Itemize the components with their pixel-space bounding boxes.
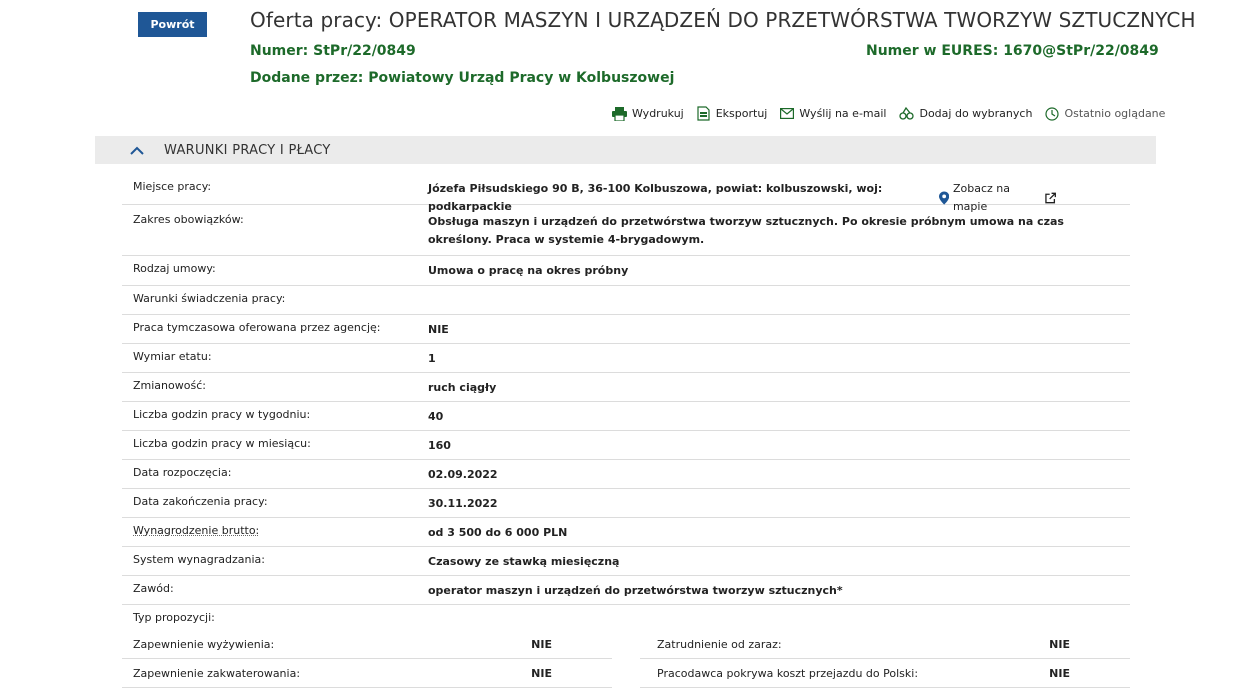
row-key: Warunki świadczenia pracy: [133, 292, 286, 305]
row-key: Zapewnienie zakwaterowania: [133, 666, 301, 680]
clock-icon [1045, 106, 1060, 121]
eures-number: Numer w EURES: 1670@StPr/22/0849 [866, 43, 1159, 59]
export-icon [697, 106, 710, 121]
row-key: Rodzaj umowy: [133, 262, 216, 275]
export-label: Eksportuj [715, 107, 768, 120]
table-row: Praca tymczasowa oferowana przez agencję… [122, 315, 1130, 344]
row-value: 02.09.2022 [428, 468, 498, 481]
row-value: NIE [428, 323, 449, 336]
row-key: Wynagrodzenie brutto: [133, 524, 260, 537]
row-value: 1 [428, 352, 436, 365]
row-value: ruch ciągły [428, 381, 497, 394]
row-value: operator maszyn i urządzeń do przetwórst… [428, 584, 843, 597]
row-key: Data rozpoczęcia: [133, 466, 232, 479]
table-row: Zatrudnienie od zaraz: NIE [640, 630, 1130, 659]
eures-number-value: 1670@StPr/22/0849 [1003, 43, 1159, 59]
table-row: Zapewnienie wyżywienia: NIE [122, 630, 612, 659]
offer-number-label: Numer: [250, 43, 309, 59]
table-row: Zmianowość: ruch ciągły [122, 373, 1130, 402]
table-row: Data zakończenia pracy: 30.11.2022 [122, 489, 1130, 518]
row-key: Data zakończenia pracy: [133, 495, 268, 508]
proposal-left-column: Zapewnienie wyżywienia: NIE Zapewnienie … [122, 630, 612, 688]
location-value: Józefa Piłsudskiego 90 B, 36-100 Kolbusz… [428, 182, 883, 213]
row-key: Zakres obowiązków: [133, 213, 244, 226]
details-table: Miejsce pracy: Józefa Piłsudskiego 90 B,… [122, 172, 1130, 633]
row-value: Obsługa maszyn i urządzeń do przetwórstw… [428, 215, 1064, 246]
row-value: NIE [531, 637, 552, 651]
table-row: Miejsce pracy: Józefa Piłsudskiego 90 B,… [122, 172, 1130, 213]
added-by-label: Dodane przez: [250, 70, 364, 86]
table-row: Liczba godzin pracy w tygodniu: 40 [122, 402, 1130, 431]
table-row: Liczba godzin pracy w miesiącu: 160 [122, 431, 1130, 460]
external-link-icon [1045, 192, 1056, 204]
map-link-label: Zobacz na mapie [952, 182, 1010, 213]
row-value: NIE [1049, 666, 1070, 680]
section-title: WARUNKI PRACY I PŁACY [164, 142, 331, 158]
row-key: Liczba godzin pracy w miesiącu: [133, 437, 311, 450]
email-label: Wyślij na e-mail [799, 107, 887, 120]
row-value: od 3 500 do 6 000 PLN [428, 526, 568, 539]
proposal-right-column: Zatrudnienie od zaraz: NIE Pracodawca po… [640, 630, 1130, 688]
row-value: 40 [428, 410, 444, 423]
table-row: Rodzaj umowy: Umowa o pracę na okres pró… [122, 256, 1130, 286]
table-row: Zapewnienie zakwaterowania: NIE [122, 659, 612, 688]
added-by-value: Powiatowy Urząd Pracy w Kolbuszowej [368, 70, 675, 86]
table-row: Pracodawca pokrywa koszt przejazdu do Po… [640, 659, 1130, 688]
table-row: Wynagrodzenie brutto: od 3 500 do 6 000 … [122, 518, 1130, 547]
add-favorite-button[interactable]: Dodaj do wybranych [899, 106, 1032, 121]
table-row: System wynagradzania: Czasowy ze stawką … [122, 547, 1130, 576]
section-toggle[interactable]: WARUNKI PRACY I PŁACY [95, 136, 1156, 164]
eures-number-label: Numer w EURES: [866, 43, 999, 59]
row-key: Zawód: [133, 582, 174, 595]
offer-number: Numer: StPr/22/0849 [250, 43, 416, 59]
row-key: Zatrudnienie od zaraz: [657, 637, 782, 651]
row-value: NIE [531, 666, 552, 680]
map-pin-icon [938, 191, 949, 205]
proposal-details: Zapewnienie wyżywienia: NIE Zapewnienie … [122, 630, 1130, 688]
table-row: Zawód: operator maszyn i urządzeń do prz… [122, 576, 1130, 605]
printer-icon [612, 106, 627, 121]
page-title: Oferta pracy: OPERATOR MASZYN I URZĄDZEŃ… [250, 8, 1196, 32]
table-row: Warunki świadczenia pracy: [122, 286, 1130, 315]
envelope-icon [780, 108, 795, 119]
table-row: Typ propozycji: [122, 605, 1130, 633]
offer-number-value: StPr/22/0849 [313, 43, 416, 59]
row-key: Miejsce pracy: [133, 180, 212, 193]
row-value: 160 [428, 439, 451, 452]
row-key: Pracodawca pokrywa koszt przejazdu do Po… [657, 666, 919, 680]
row-value: Czasowy ze stawką miesięczną [428, 555, 620, 568]
action-toolbar: Wydrukuj Eksportuj Wyślij na e-mail Doda… [612, 106, 1165, 121]
print-label: Wydrukuj [632, 107, 684, 120]
export-button[interactable]: Eksportuj [697, 106, 768, 121]
row-value: 30.11.2022 [428, 497, 498, 510]
row-value: Józefa Piłsudskiego 90 B, 36-100 Kolbusz… [428, 180, 1130, 216]
table-row: Zakres obowiązków: Obsługa maszyn i urzą… [122, 205, 1130, 256]
row-key: Zapewnienie wyżywienia: [133, 637, 275, 651]
row-key: Praca tymczasowa oferowana przez agencję… [133, 321, 381, 334]
print-button[interactable]: Wydrukuj [612, 106, 684, 121]
recently-viewed-button[interactable]: Ostatnio oglądane [1045, 106, 1165, 121]
table-row: Data rozpoczęcia: 02.09.2022 [122, 460, 1130, 489]
favorite-icon [899, 107, 915, 120]
table-row: Wymiar etatu: 1 [122, 344, 1130, 373]
back-button[interactable]: Powrót [138, 12, 207, 37]
add-favorite-label: Dodaj do wybranych [919, 107, 1033, 120]
row-key: Zmianowość: [133, 379, 206, 392]
recently-viewed-label: Ostatnio oglądane [1064, 107, 1166, 120]
row-key: Wymiar etatu: [133, 350, 212, 363]
row-key: System wynagradzania: [133, 553, 265, 566]
row-key: Liczba godzin pracy w tygodniu: [133, 408, 311, 421]
row-value: Umowa o pracę na okres próbny [428, 264, 629, 277]
added-by: Dodane przez: Powiatowy Urząd Pracy w Ko… [250, 70, 674, 86]
map-link[interactable]: Zobacz na mapie [938, 180, 1060, 216]
row-key: Typ propozycji: [133, 611, 215, 624]
email-button[interactable]: Wyślij na e-mail [780, 106, 886, 121]
chevron-up-icon [130, 146, 144, 155]
row-value: NIE [1049, 637, 1070, 651]
